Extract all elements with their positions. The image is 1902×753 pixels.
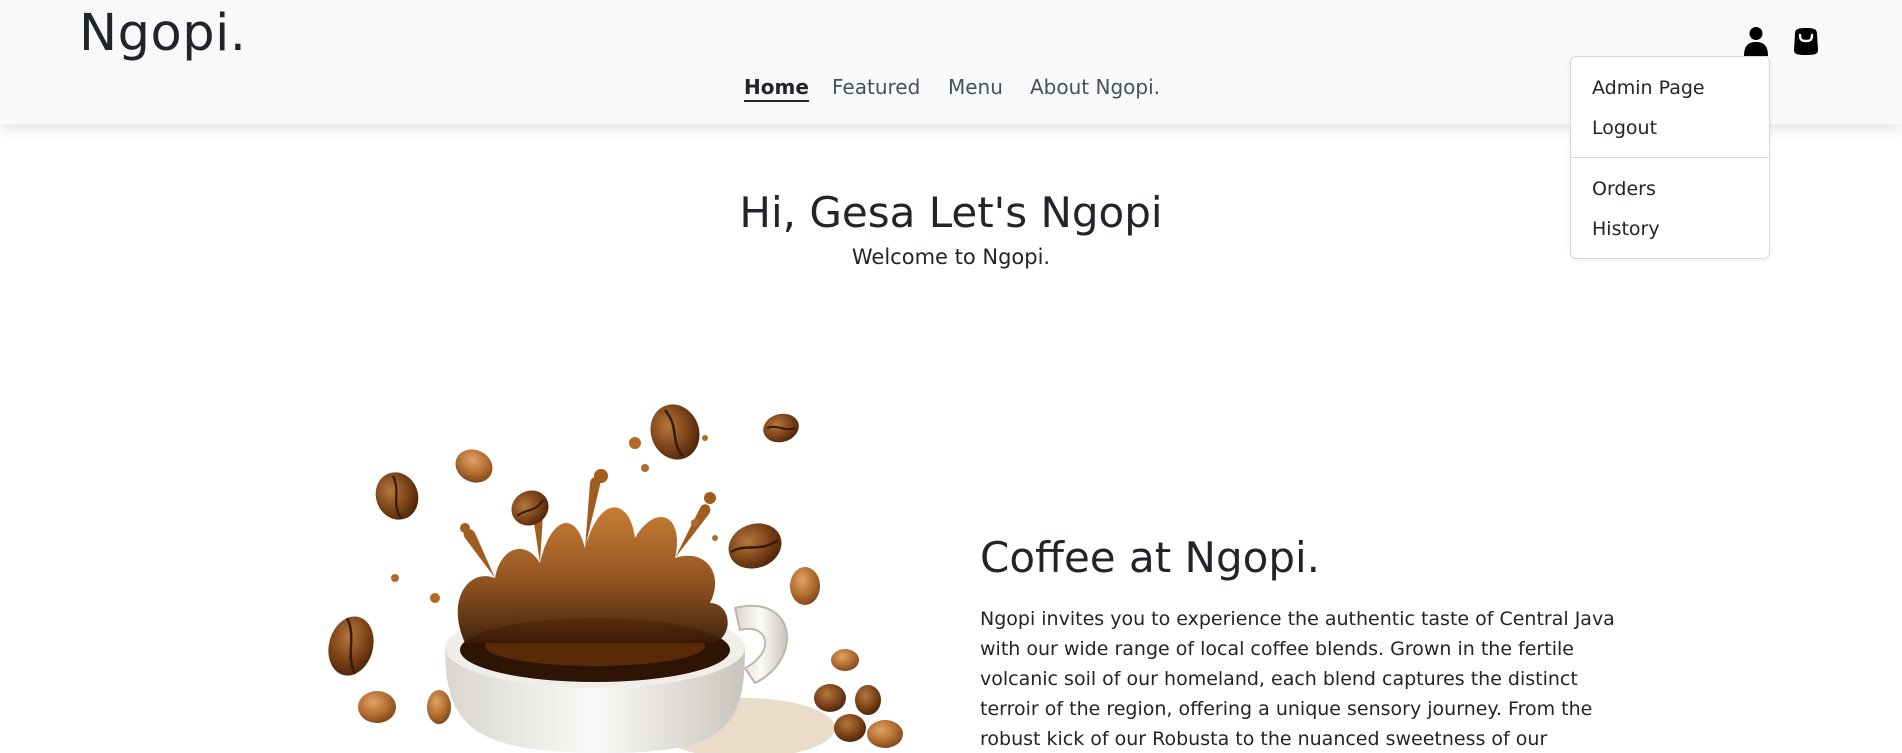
orders-link[interactable]: Orders: [1592, 178, 1656, 200]
user-dropdown-menu: Admin Page Logout Orders History: [1570, 56, 1770, 259]
history-link[interactable]: History: [1592, 218, 1660, 240]
about-line: with our wide range of local coffee blen…: [980, 638, 1574, 660]
nav-featured[interactable]: Featured: [832, 75, 920, 99]
about-line: robust kick of our Robusta to the nuance…: [980, 728, 1548, 750]
nav-about[interactable]: About Ngopi.: [1030, 75, 1160, 99]
coffee-splash-image: [315, 398, 915, 753]
about-description: Ngopi invites you to experience the auth…: [980, 604, 1620, 753]
coffee-cup-illustration: [328, 404, 903, 753]
brand-logo[interactable]: Ngopi.: [79, 4, 246, 63]
logout-link[interactable]: Logout: [1592, 117, 1657, 139]
dropdown-divider: [1571, 157, 1769, 158]
nav-home[interactable]: Home: [744, 75, 809, 102]
user-icon[interactable]: [1741, 25, 1771, 57]
about-title: Coffee at Ngopi.: [980, 533, 1320, 582]
about-line: terroir of the region, offering a unique…: [980, 698, 1593, 720]
nav-menu[interactable]: Menu: [948, 75, 1003, 99]
shopping-bag-icon[interactable]: [1791, 25, 1821, 57]
about-line: Ngopi invites you to experience the auth…: [980, 608, 1615, 630]
about-line: volcanic soil of our homeland, each blen…: [980, 668, 1578, 690]
admin-page-link[interactable]: Admin Page: [1592, 77, 1705, 99]
